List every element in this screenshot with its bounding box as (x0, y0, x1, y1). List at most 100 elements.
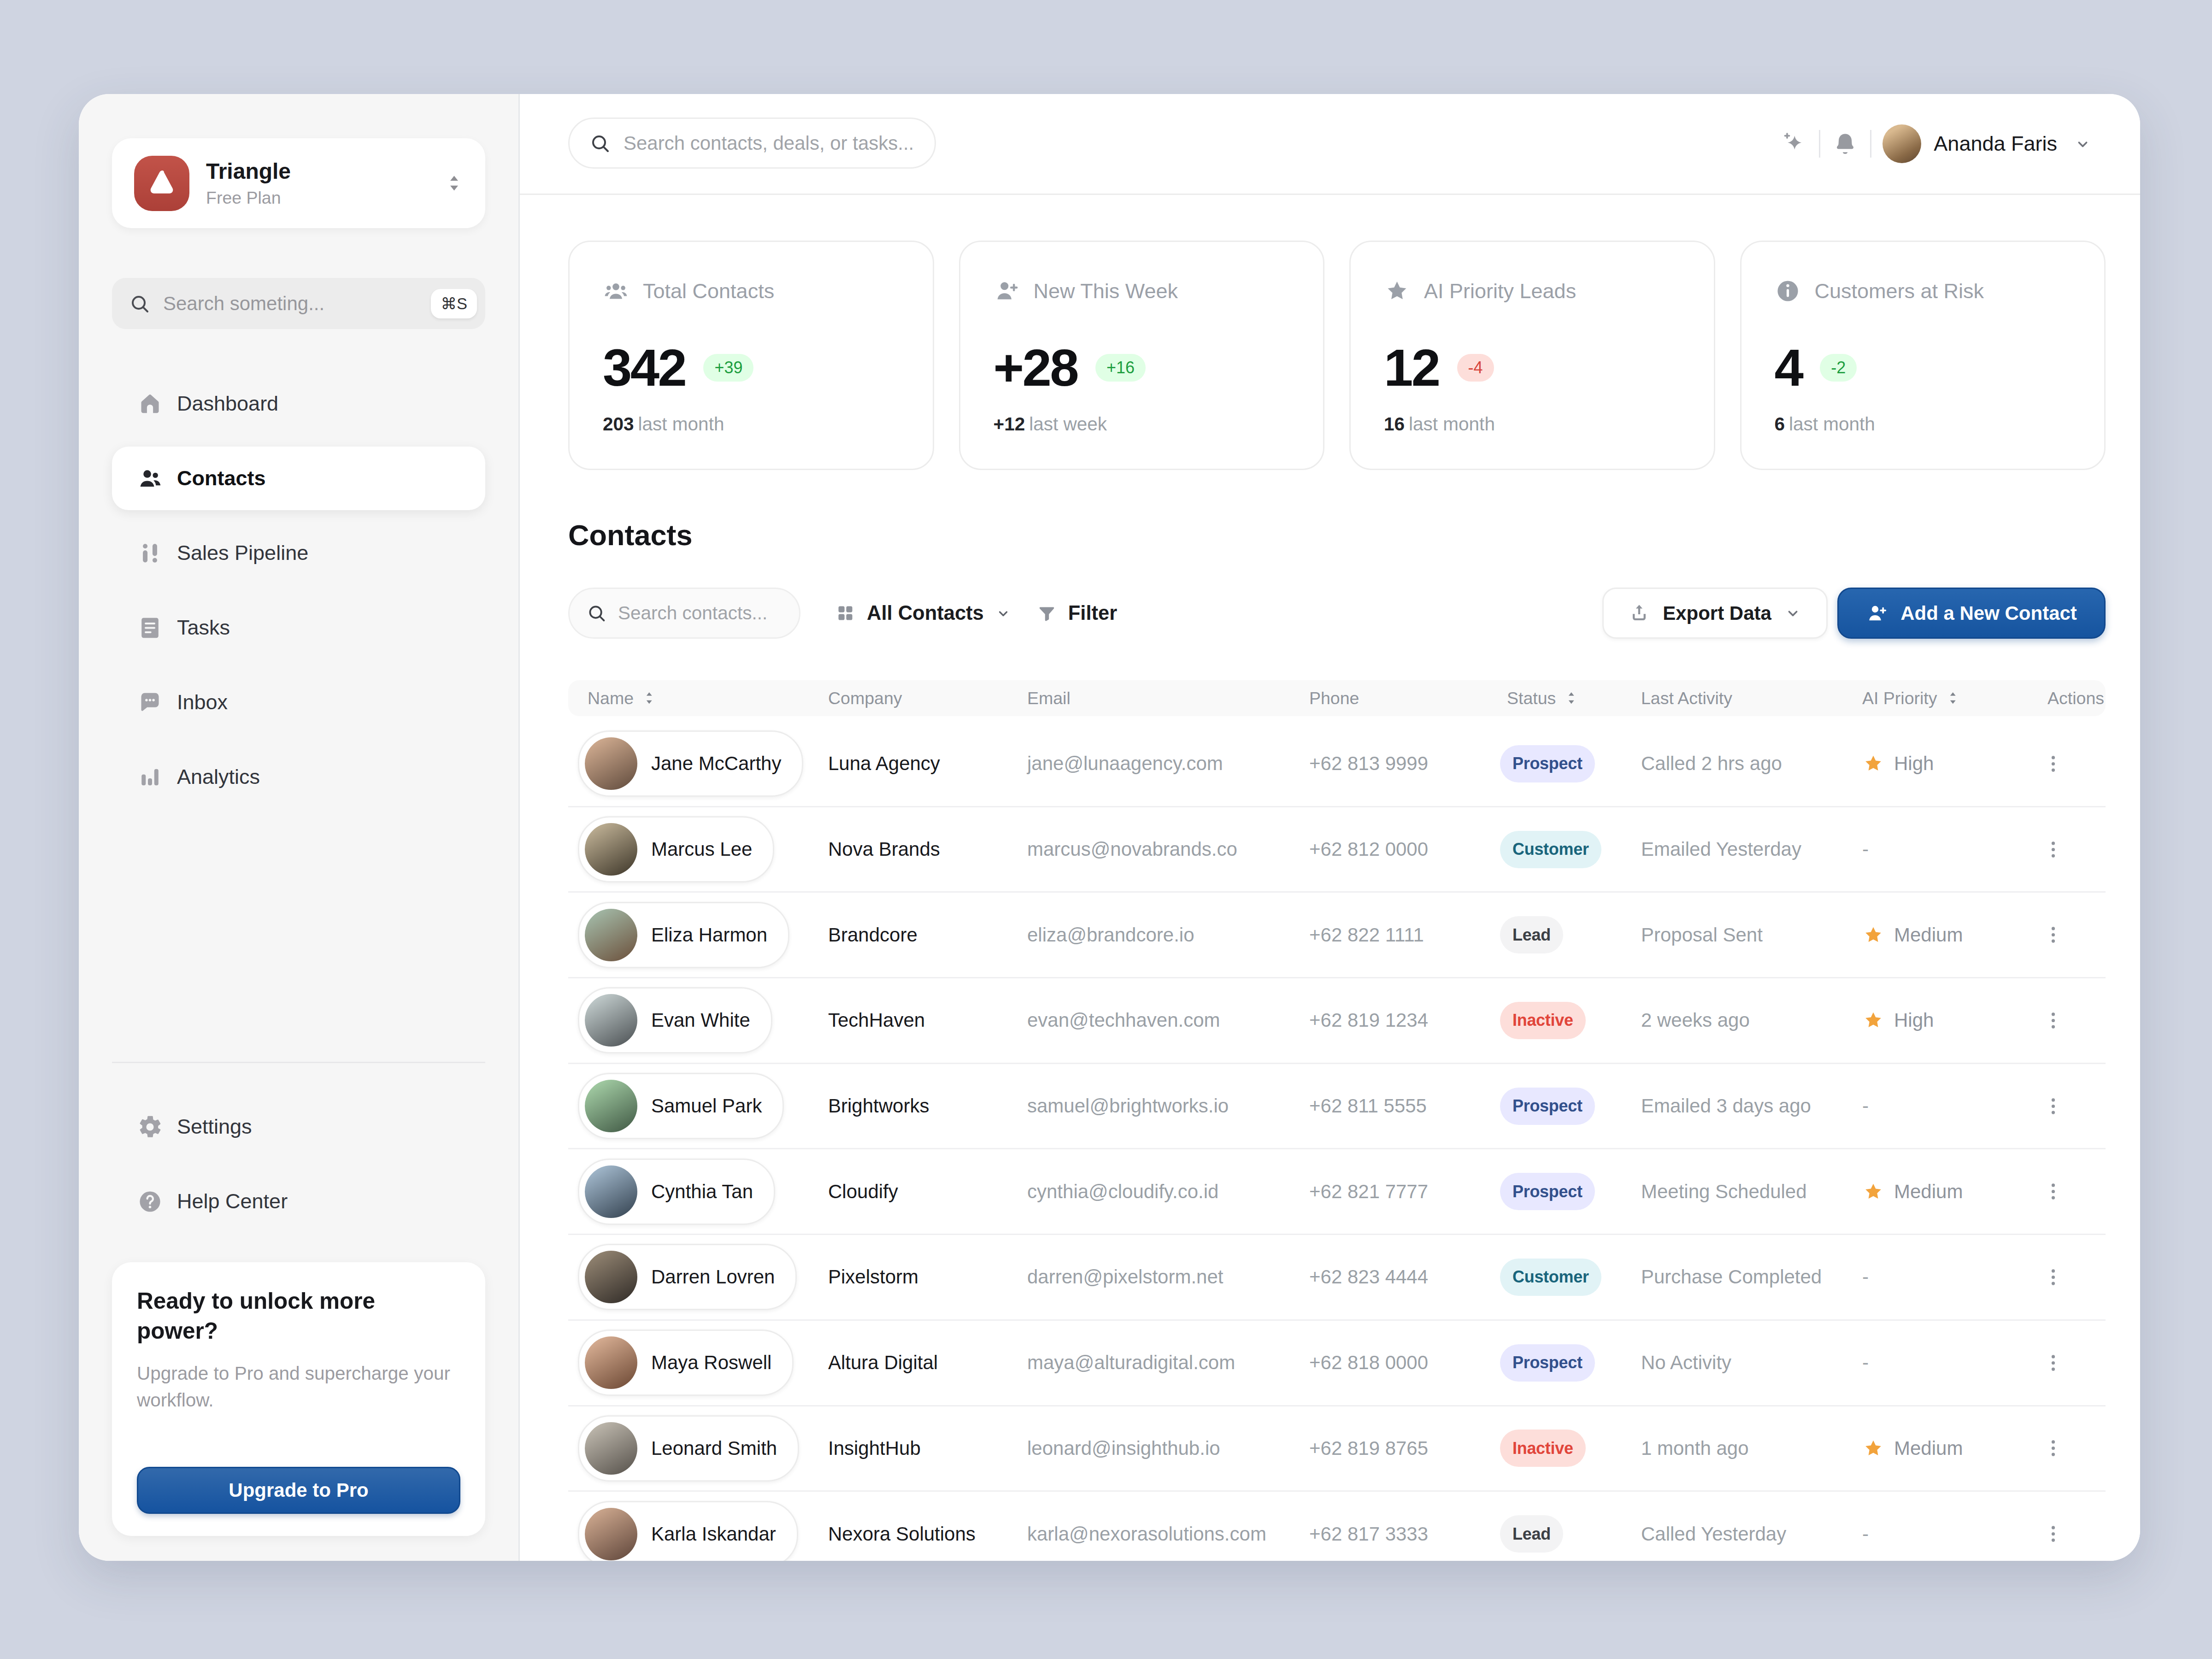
notifications-bell-icon[interactable] (1831, 130, 1859, 158)
upgrade-title: Ready to unlock more power? (137, 1286, 460, 1346)
row-actions-button[interactable] (2036, 1089, 2070, 1123)
contact-name-pill[interactable]: Darren Lovren (578, 1244, 797, 1310)
sidebar-item-help-center[interactable]: Help Center (112, 1170, 485, 1233)
row-actions-button[interactable] (2036, 747, 2070, 780)
last-activity-cell: No Activity (1641, 1352, 1862, 1374)
stat-card-value: 4 (1775, 337, 1802, 398)
global-search-input[interactable]: Search contacts, deals, or tasks... (568, 118, 936, 169)
sidebar-item-contacts[interactable]: Contacts (112, 447, 485, 510)
contact-name-pill[interactable]: Samuel Park (578, 1073, 784, 1139)
column-header-status[interactable]: Status (1500, 688, 1641, 708)
row-actions-button[interactable] (2036, 1346, 2070, 1379)
sidebar-item-label: Help Center (177, 1189, 288, 1213)
ai-sparkle-icon[interactable] (1780, 130, 1808, 158)
sidebar-item-analytics[interactable]: Analytics (112, 745, 485, 809)
star-icon (1384, 278, 1410, 304)
sidebar-item-tasks[interactable]: Tasks (112, 596, 485, 659)
last-activity-cell: Called 2 hrs ago (1641, 753, 1862, 775)
chevron-down-icon (995, 605, 1012, 622)
contact-name: Leonard Smith (651, 1437, 777, 1459)
column-header-actions: Actions (2036, 688, 2106, 708)
sidebar-item-settings[interactable]: Settings (112, 1095, 485, 1159)
phone-cell: +62 819 8765 (1309, 1437, 1500, 1459)
table-row: Leonard Smith InsightHub leonard@insight… (568, 1406, 2106, 1492)
sidebar-item-sales-pipeline[interactable]: Sales Pipeline (112, 521, 485, 585)
contact-name-pill[interactable]: Eliza Harmon (578, 902, 789, 968)
row-actions-button[interactable] (2036, 918, 2070, 952)
avatar (585, 1422, 637, 1475)
last-activity-cell: 1 month ago (1641, 1437, 1862, 1459)
table-row: Marcus Lee Nova Brands marcus@novabrands… (568, 807, 2106, 893)
email-cell: evan@techhaven.com (1027, 1009, 1309, 1031)
contact-name-pill[interactable]: Leonard Smith (578, 1415, 799, 1482)
row-actions-button[interactable] (2036, 833, 2070, 866)
contact-name: Evan White (651, 1009, 750, 1031)
priority-empty: - (1862, 838, 1869, 860)
user-menu-chevron-icon[interactable] (2074, 135, 2092, 153)
stat-card-note-label: last week (1029, 413, 1107, 435)
last-activity-cell: Emailed Yesterday (1641, 838, 1862, 860)
app-window: Triangle Free Plan Search someting... ⌘S… (79, 94, 2140, 1561)
home-icon (137, 391, 163, 417)
pipeline-icon (137, 540, 163, 566)
user-avatar[interactable] (1883, 124, 1921, 163)
sidebar-item-inbox[interactable]: Inbox (112, 671, 485, 734)
contact-name-pill[interactable]: Karla Iskandar (578, 1501, 798, 1561)
search-icon (129, 293, 151, 315)
sidebar-footer-nav: Settings Help Center (112, 1095, 485, 1233)
sidebar-item-label: Settings (177, 1115, 252, 1139)
workspace-switcher[interactable]: Triangle Free Plan (112, 138, 485, 228)
priority-label: Medium (1894, 1181, 1963, 1203)
view-selector[interactable]: All Contacts (835, 602, 1012, 624)
column-header-name[interactable]: Name (588, 688, 828, 708)
sort-icon[interactable] (1944, 689, 1962, 707)
table-row: Karla Iskandar Nexora Solutions karla@ne… (568, 1492, 2106, 1561)
grid-icon (835, 603, 856, 624)
email-cell: darren@pixelstorm.net (1027, 1266, 1309, 1288)
workspace-info: Triangle Free Plan (206, 159, 442, 208)
export-data-button[interactable]: Export Data (1602, 588, 1828, 639)
contact-name-pill[interactable]: Evan White (578, 987, 772, 1053)
row-actions-button[interactable] (2036, 1432, 2070, 1465)
row-actions-button[interactable] (2036, 1004, 2070, 1037)
avatar (585, 823, 637, 876)
sort-icon[interactable] (1563, 689, 1580, 707)
ai-priority-cell: High (1862, 753, 2036, 775)
priority-label: Medium (1894, 1437, 1963, 1459)
row-actions-button[interactable] (2036, 1175, 2070, 1208)
stat-card-label: New This Week (1034, 279, 1178, 303)
sidebar-search-input[interactable]: Search someting... ⌘S (112, 278, 485, 329)
company-cell: Nexora Solutions (828, 1523, 1027, 1545)
contacts-search-input[interactable]: Search contacts... (568, 588, 800, 639)
sort-icon[interactable] (641, 689, 658, 707)
contact-name: Maya Roswell (651, 1352, 771, 1374)
priority-label: High (1894, 753, 1934, 775)
table-header: Name Company Email Phone Status Last Act… (568, 680, 2106, 716)
upgrade-button[interactable]: Upgrade to Pro (137, 1467, 460, 1514)
company-cell: Brightworks (828, 1095, 1027, 1117)
sidebar-divider (112, 1062, 485, 1063)
stat-card-new-this-week: New This Week +28 +16 +12last week (959, 241, 1325, 470)
column-header-ai-priority[interactable]: AI Priority (1862, 688, 2036, 708)
stat-card-note-label: last month (1789, 413, 1875, 435)
email-cell: cynthia@cloudify.co.id (1027, 1181, 1309, 1203)
contact-name-pill[interactable]: Marcus Lee (578, 816, 774, 882)
person-plus-icon (994, 278, 1020, 304)
contact-name-pill[interactable]: Jane McCarthy (578, 730, 803, 797)
sidebar-search-shortcut: ⌘S (431, 289, 477, 318)
status-badge: Lead (1500, 916, 1563, 953)
column-header-email: Email (1027, 688, 1309, 708)
table-row: Darren Lovren Pixelstorm darren@pixelsto… (568, 1235, 2106, 1321)
add-new-contact-button[interactable]: Add a New Contact (1837, 588, 2106, 639)
row-actions-button[interactable] (2036, 1260, 2070, 1294)
sidebar-item-dashboard[interactable]: Dashboard (112, 372, 485, 435)
contact-name-pill[interactable]: Cynthia Tan (578, 1159, 775, 1225)
row-actions-button[interactable] (2036, 1518, 2070, 1551)
stat-card-label: AI Priority Leads (1424, 279, 1576, 303)
stat-card-note: 16last month (1384, 413, 1495, 435)
contact-name-pill[interactable]: Maya Roswell (578, 1330, 794, 1396)
filter-button[interactable]: Filter (1036, 602, 1117, 624)
last-activity-cell: Purchase Completed (1641, 1266, 1862, 1288)
search-icon (586, 603, 607, 624)
company-cell: Luna Agency (828, 753, 1027, 775)
